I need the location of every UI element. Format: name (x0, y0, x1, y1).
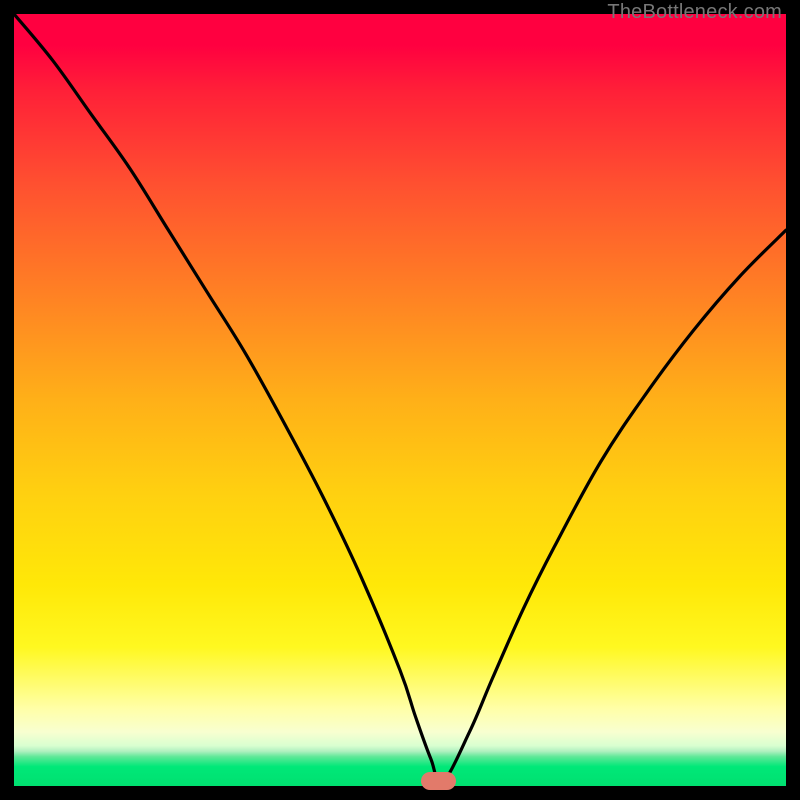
plot-area (14, 14, 786, 786)
bottleneck-curve (14, 14, 786, 786)
attribution-text: TheBottleneck.com (607, 1, 782, 24)
optimum-marker (421, 772, 456, 790)
chart-container: TheBottleneck.com (0, 0, 800, 800)
